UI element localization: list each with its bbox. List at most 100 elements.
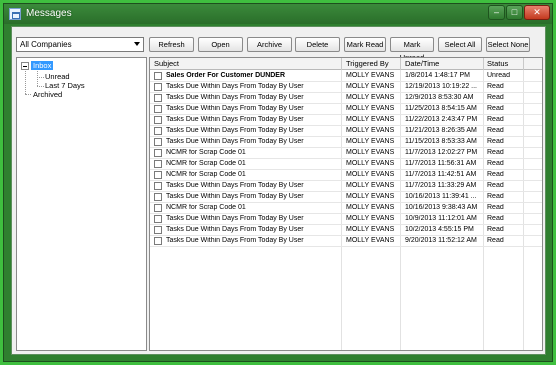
cell-status: Unread (487, 72, 510, 79)
row-checkbox[interactable] (154, 215, 162, 223)
row-checkbox[interactable] (154, 83, 162, 91)
cell-subject: Tasks Due Within Days From Today By User (166, 105, 304, 112)
row-checkbox[interactable] (154, 226, 162, 234)
maximize-button[interactable]: □ (506, 5, 523, 20)
cell-triggered-by: MOLLY EVANS (346, 160, 395, 167)
table-row[interactable]: NCMR for Scrap Code 01 MOLLY EVANS 11/7/20… (150, 159, 542, 170)
cell-date-time: 11/7/2013 12:02:27 PM (405, 149, 478, 156)
table-row[interactable]: Tasks Due Within Days From Today By User… (150, 236, 542, 247)
table-row[interactable]: Tasks Due Within Days From Today By User… (150, 104, 542, 115)
cell-subject: Tasks Due Within Days From Today By User (166, 193, 304, 200)
cell-triggered-by: MOLLY EVANS (346, 204, 395, 211)
table-row[interactable]: NCMR for Scrap Code 01 MOLLY EVANS 11/7/20… (150, 170, 542, 181)
archive-button[interactable]: Archive (247, 37, 292, 52)
table-row[interactable]: Tasks Due Within Days From Today By User… (150, 126, 542, 137)
cell-triggered-by: MOLLY EVANS (346, 127, 395, 134)
cell-subject: Sales Order For Customer DUNDER (166, 72, 286, 79)
cell-date-time: 12/19/2013 10:19:22 ... (405, 83, 478, 90)
minimize-button[interactable]: – (488, 5, 505, 20)
tree-connector (37, 86, 44, 87)
table-row[interactable]: NCMR for Scrap Code 01 MOLLY EVANS 10/16/2… (150, 203, 542, 214)
cell-subject: Tasks Due Within Days From Today By User (166, 94, 304, 101)
cell-status: Read (487, 204, 504, 211)
open-button[interactable]: Open (198, 37, 243, 52)
cell-status: Read (487, 171, 504, 178)
cell-date-time: 9/20/2013 11:52:12 AM (405, 237, 477, 244)
row-checkbox[interactable] (154, 105, 162, 113)
window-title: Messages (26, 8, 72, 19)
cell-triggered-by: MOLLY EVANS (346, 237, 395, 244)
row-checkbox[interactable] (154, 116, 162, 124)
cell-date-time: 11/7/2013 11:56:31 AM (405, 160, 477, 167)
cell-date-time: 1/8/2014 1:48:17 PM (405, 72, 470, 79)
table-row[interactable]: Tasks Due Within Days From Today By User… (150, 137, 542, 148)
mark-unread-button[interactable]: Mark Unread (390, 37, 434, 62)
row-checkbox[interactable] (154, 160, 162, 168)
row-checkbox[interactable] (154, 193, 162, 201)
tree-item-archived[interactable]: Archived (33, 90, 62, 99)
row-checkbox[interactable] (154, 72, 162, 80)
row-checkbox[interactable] (154, 237, 162, 245)
row-checkbox[interactable] (154, 149, 162, 157)
cell-subject: Tasks Due Within Days From Today By User (166, 127, 304, 134)
messages-app-icon (9, 8, 21, 20)
close-button[interactable]: ✕ (524, 5, 550, 20)
column-separator[interactable] (400, 58, 401, 70)
cell-subject: Tasks Due Within Days From Today By User (166, 83, 304, 90)
cell-subject: NCMR for Scrap Code 01 (166, 204, 246, 211)
cell-subject: NCMR for Scrap Code 01 (166, 149, 246, 156)
tree-item-unread[interactable]: Unread (45, 72, 70, 81)
column-header-triggered-by[interactable]: Triggered By (346, 59, 389, 68)
mark-read-button[interactable]: Mark Read (344, 37, 386, 52)
table-row[interactable]: Tasks Due Within Days From Today By User… (150, 115, 542, 126)
table-row[interactable]: Tasks Due Within Days From Today By User… (150, 181, 542, 192)
cell-status: Read (487, 116, 504, 123)
cell-subject: Tasks Due Within Days From Today By User (166, 237, 304, 244)
cell-status: Read (487, 215, 504, 222)
company-select[interactable]: All Companies (16, 37, 144, 52)
chevron-down-icon (134, 42, 140, 46)
table-row[interactable]: Tasks Due Within Days From Today By User… (150, 93, 542, 104)
tree-item-last-7-days[interactable]: Last 7 Days (45, 81, 85, 90)
cell-triggered-by: MOLLY EVANS (346, 226, 395, 233)
table-row[interactable]: Tasks Due Within Days From Today By User… (150, 214, 542, 225)
row-checkbox[interactable] (154, 94, 162, 102)
select-all-button[interactable]: Select All (438, 37, 482, 52)
column-separator[interactable] (523, 58, 524, 70)
tree-connector (37, 71, 38, 86)
column-separator[interactable] (483, 58, 484, 70)
cell-triggered-by: MOLLY EVANS (346, 215, 395, 222)
table-row[interactable]: Tasks Due Within Days From Today By User… (150, 192, 542, 203)
column-separator[interactable] (341, 58, 342, 70)
row-checkbox[interactable] (154, 171, 162, 179)
column-header-date-time[interactable]: Date/Time (405, 59, 439, 68)
table-row[interactable]: Sales Order For Customer DUNDER MOLLY EVA… (150, 71, 542, 82)
column-header-subject[interactable]: Subject (154, 59, 179, 68)
cell-triggered-by: MOLLY EVANS (346, 105, 395, 112)
table-row[interactable]: NCMR for Scrap Code 01 MOLLY EVANS 11/7/20… (150, 148, 542, 159)
cell-subject: Tasks Due Within Days From Today By User (166, 138, 304, 145)
cell-date-time: 11/15/2013 8:53:33 AM (405, 138, 477, 145)
row-checkbox[interactable] (154, 127, 162, 135)
row-checkbox[interactable] (154, 182, 162, 190)
cell-date-time: 10/16/2013 9:38:43 AM (405, 204, 478, 211)
cell-subject: NCMR for Scrap Code 01 (166, 160, 246, 167)
cell-triggered-by: MOLLY EVANS (346, 171, 395, 178)
tree-item-inbox[interactable]: Inbox (31, 61, 54, 70)
column-header-status[interactable]: Status (487, 59, 508, 68)
window-client-area: All Companies Refresh Open Archive Delet… (11, 26, 546, 355)
select-none-button[interactable]: Select None (486, 37, 530, 52)
table-row[interactable]: Tasks Due Within Days From Today By User… (150, 225, 542, 236)
tree-connector (37, 77, 44, 78)
cell-date-time: 10/16/2013 11:39:41 ... (405, 193, 477, 200)
table-row[interactable]: Tasks Due Within Days From Today By User… (150, 82, 542, 93)
cell-status: Read (487, 160, 504, 167)
collapse-icon[interactable] (21, 62, 29, 70)
row-checkbox[interactable] (154, 204, 162, 212)
title-bar[interactable]: Messages – □ ✕ (4, 4, 552, 24)
delete-button[interactable]: Delete (295, 37, 340, 52)
folder-tree: Inbox Unread Last 7 Days Archived (16, 57, 147, 351)
row-checkbox[interactable] (154, 138, 162, 146)
refresh-button[interactable]: Refresh (149, 37, 194, 52)
cell-triggered-by: MOLLY EVANS (346, 138, 395, 145)
